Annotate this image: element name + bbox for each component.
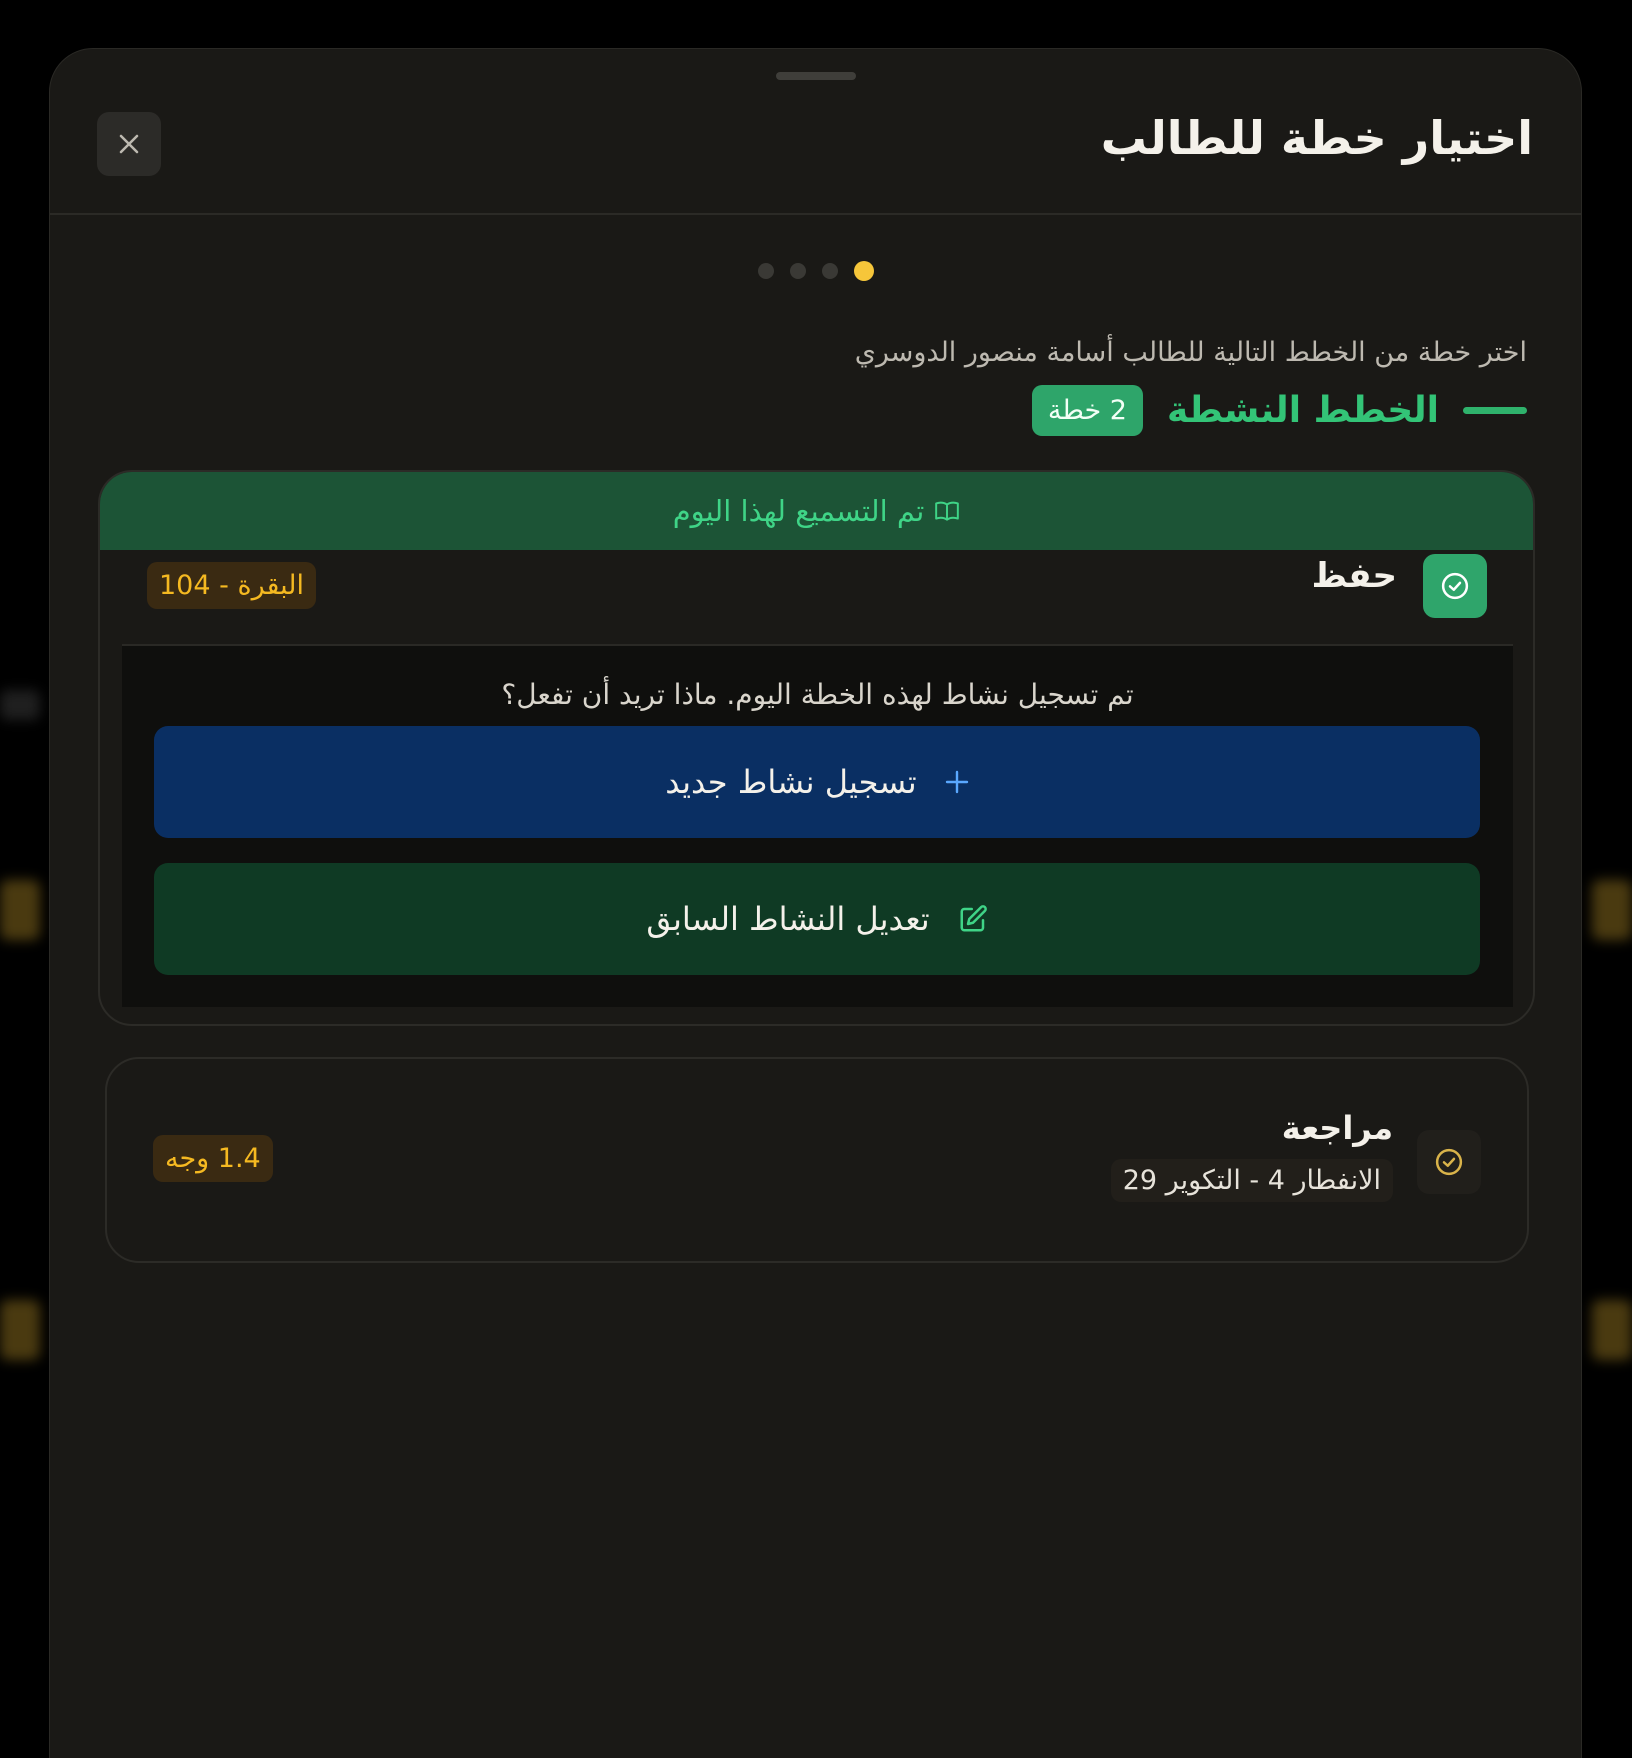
step-dot: [757, 263, 774, 279]
close-icon: [119, 134, 139, 154]
edit-activity-button[interactable]: تعديل النشاط السابق: [154, 863, 1480, 975]
step-dot: [821, 263, 838, 279]
plan-status-indicator: [1417, 1130, 1481, 1194]
plan-name: مراجعة: [1281, 1109, 1393, 1147]
section-accent-line: [1463, 407, 1527, 414]
new-activity-label: تسجيل نشاط جديد: [665, 763, 917, 801]
surah-ayah-badge: البقرة - 104: [147, 562, 317, 609]
activity-actions-panel: تم تسجيل نشاط لهذه الخطة اليوم. ماذا تري…: [122, 644, 1513, 1007]
background-blur: [0, 880, 40, 940]
pages-badge: 1.4 وجه: [153, 1135, 273, 1182]
edit-activity-label: تعديل النشاط السابق: [646, 900, 930, 938]
close-button[interactable]: [97, 112, 161, 176]
check-circle-icon: [1441, 572, 1469, 600]
section-title: الخطط النشطة: [1166, 390, 1439, 431]
plan-row: حفظ البقرة - 104: [100, 550, 1533, 643]
activity-logged-message: تم تسجيل نشاط لهذه الخطة اليوم. ماذا تري…: [501, 678, 1134, 711]
check-circle-icon: [1435, 1148, 1463, 1176]
section-header: الخطط النشطة 2 خطة: [1031, 385, 1527, 436]
step-dot-active: [853, 261, 874, 281]
book-icon: [935, 501, 960, 521]
sheet-title: اختيار خطة للطالب: [1100, 111, 1533, 165]
step-dot: [789, 263, 806, 279]
background-blur: [1592, 880, 1632, 940]
new-activity-button[interactable]: تسجيل نشاط جديد: [154, 726, 1480, 838]
plan-card-review[interactable]: مراجعة الانفطار 4 - التكوير 29 1.4 وجه: [105, 1057, 1529, 1263]
background-blur: [0, 1300, 40, 1360]
plan-count-badge: 2 خطة: [1031, 385, 1143, 436]
recited-today-banner: تم التسميع لهذا اليوم: [100, 472, 1533, 550]
instruction-text: اختر خطة من الخطط التالية للطالب أسامة م…: [854, 337, 1527, 368]
plan-status-indicator: [1423, 554, 1487, 618]
plan-selection-sheet: اختيار خطة للطالب اختر خطة من الخطط التا…: [49, 48, 1582, 1758]
step-indicator: [50, 261, 1581, 281]
banner-text: تم التسميع لهذا اليوم: [672, 494, 925, 528]
edit-icon: [960, 905, 987, 932]
background-blur: [1592, 1300, 1632, 1360]
surah-range: الانفطار 4 - التكوير 29: [1110, 1159, 1393, 1202]
background-blur: [0, 690, 40, 720]
plan-card-memorization[interactable]: تم التسميع لهذا اليوم حفظ البقرة - 104 ت…: [98, 470, 1535, 1026]
plan-name: حفظ: [1311, 556, 1397, 596]
plus-icon: [945, 770, 968, 794]
sheet-header: اختيار خطة للطالب: [50, 49, 1581, 215]
